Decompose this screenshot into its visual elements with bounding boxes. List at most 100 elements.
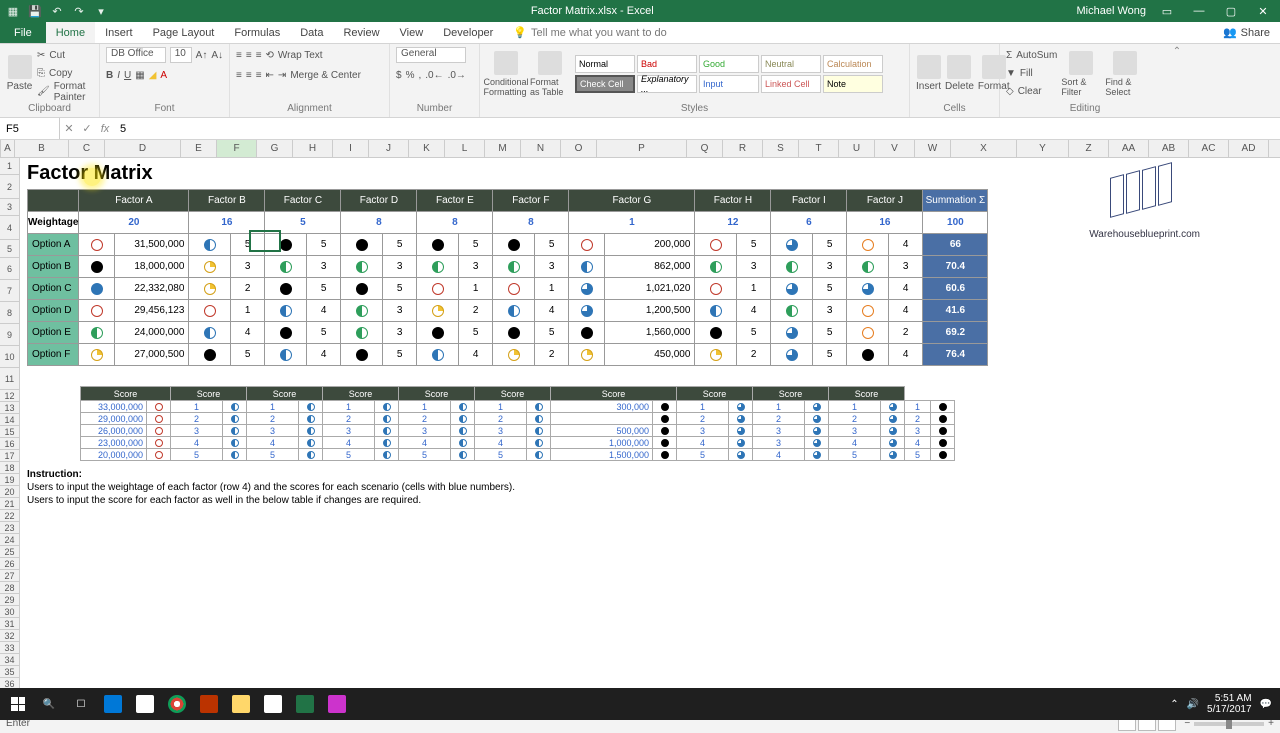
column-header-T[interactable]: T: [799, 140, 839, 157]
delete-cells-button[interactable]: Delete: [945, 55, 974, 92]
align-top-icon[interactable]: ≡: [236, 50, 242, 61]
tell-me[interactable]: 💡Tell me what you want to do: [513, 22, 666, 43]
align-right-icon[interactable]: ≡: [256, 70, 262, 81]
row-header-18[interactable]: 18: [0, 462, 19, 474]
column-header-H[interactable]: H: [293, 140, 333, 157]
row-header-32[interactable]: 32: [0, 630, 19, 642]
percent-icon[interactable]: %: [406, 70, 415, 81]
column-header-D[interactable]: D: [105, 140, 181, 157]
row-header-17[interactable]: 17: [0, 450, 19, 462]
row-header-35[interactable]: 35: [0, 666, 19, 678]
column-header-AE[interactable]: AE: [1269, 140, 1280, 157]
name-box[interactable]: F5: [0, 118, 60, 139]
zoom-slider[interactable]: [1194, 722, 1264, 726]
row-header-15[interactable]: 15: [0, 426, 19, 438]
style-good[interactable]: Good: [699, 55, 759, 73]
row-header-19[interactable]: 19: [0, 474, 19, 486]
italic-button[interactable]: I: [117, 70, 120, 81]
redo-icon[interactable]: ↷: [72, 4, 86, 18]
conditional-formatting-button[interactable]: Conditional Formatting: [486, 51, 526, 97]
row-header-10[interactable]: 10: [0, 346, 19, 368]
format-as-table-button[interactable]: Format as Table: [530, 51, 570, 97]
style-normal[interactable]: Normal: [575, 55, 635, 73]
share-button[interactable]: 👥Share: [1213, 22, 1280, 43]
style-calculation[interactable]: Calculation: [823, 55, 883, 73]
notifications-icon[interactable]: 💬: [1260, 699, 1272, 710]
collapse-ribbon-icon[interactable]: ⌃: [1173, 46, 1181, 57]
chrome-icon[interactable]: [162, 690, 192, 718]
enter-formula-icon[interactable]: ✓: [78, 122, 96, 135]
row-header-26[interactable]: 26: [0, 558, 19, 570]
tab-insert[interactable]: Insert: [95, 22, 143, 43]
minimize-icon[interactable]: —: [1188, 3, 1210, 19]
column-header-E[interactable]: E: [181, 140, 217, 157]
number-format-dropdown[interactable]: General: [396, 47, 466, 63]
row-header-27[interactable]: 27: [0, 570, 19, 582]
fill-button[interactable]: ▼ Fill: [1006, 65, 1057, 83]
mail-icon[interactable]: [258, 690, 288, 718]
clock[interactable]: 5:51 AM 5/17/2017: [1207, 693, 1252, 715]
score-table[interactable]: ScoreScoreScoreScoreScoreScoreScoreScore…: [80, 386, 955, 461]
row-header-23[interactable]: 23: [0, 522, 19, 534]
explorer-icon[interactable]: [226, 690, 256, 718]
row-header-25[interactable]: 25: [0, 546, 19, 558]
tab-data[interactable]: Data: [290, 22, 333, 43]
increase-font-icon[interactable]: A↑: [196, 50, 208, 61]
row-header-28[interactable]: 28: [0, 582, 19, 594]
fx-icon[interactable]: fx: [96, 123, 114, 135]
column-header-C[interactable]: C: [69, 140, 105, 157]
row-header-6[interactable]: 6: [0, 258, 19, 280]
row-header-31[interactable]: 31: [0, 618, 19, 630]
style-explanatory[interactable]: Explanatory ...: [637, 75, 697, 93]
format-painter-button[interactable]: 🖌 Format Painter: [37, 83, 93, 101]
align-mid-icon[interactable]: ≡: [246, 50, 252, 61]
qat-more-icon[interactable]: ▾: [94, 4, 108, 18]
column-header-J[interactable]: J: [369, 140, 409, 157]
comma-icon[interactable]: ,: [418, 70, 421, 81]
column-header-P[interactable]: P: [597, 140, 687, 157]
row-header-24[interactable]: 24: [0, 534, 19, 546]
tab-home[interactable]: Home: [46, 22, 95, 43]
font-name-dropdown[interactable]: DB Office: [106, 47, 166, 63]
font-size-dropdown[interactable]: 10: [170, 47, 192, 63]
column-header-R[interactable]: R: [723, 140, 763, 157]
save-icon[interactable]: 💾: [28, 4, 42, 18]
align-center-icon[interactable]: ≡: [246, 70, 252, 81]
factor-matrix-table[interactable]: Factor AFactor BFactor CFactor DFactor E…: [27, 189, 988, 366]
store-icon[interactable]: [130, 690, 160, 718]
column-header-U[interactable]: U: [839, 140, 875, 157]
fill-color-button[interactable]: ◢: [149, 70, 157, 81]
orientation-icon[interactable]: ⟲: [266, 50, 274, 61]
row-header-30[interactable]: 30: [0, 606, 19, 618]
style-check-cell[interactable]: Check Cell: [575, 75, 635, 93]
row-header-14[interactable]: 14: [0, 414, 19, 426]
column-header-A[interactable]: A: [1, 140, 15, 157]
user-name[interactable]: Michael Wong: [1076, 5, 1146, 17]
row-header-5[interactable]: 5: [0, 240, 19, 258]
excel-taskbar-icon[interactable]: [290, 690, 320, 718]
row-header-11[interactable]: 11: [0, 368, 19, 390]
column-header-B[interactable]: B: [15, 140, 69, 157]
row-header-7[interactable]: 7: [0, 280, 19, 302]
insert-cells-button[interactable]: Insert: [916, 55, 941, 92]
border-button[interactable]: ▦: [135, 70, 144, 81]
worksheet[interactable]: Factor Matrix Factor AFactor BFactor CFa…: [20, 158, 1280, 693]
column-header-G[interactable]: G: [257, 140, 293, 157]
column-header-L[interactable]: L: [445, 140, 485, 157]
row-header-1[interactable]: 1: [0, 158, 19, 175]
undo-icon[interactable]: ↶: [50, 4, 64, 18]
style-neutral[interactable]: Neutral: [761, 55, 821, 73]
column-header-AB[interactable]: AB: [1149, 140, 1189, 157]
column-header-I[interactable]: I: [333, 140, 369, 157]
find-select-button[interactable]: Find & Select: [1105, 51, 1145, 97]
row-header-20[interactable]: 20: [0, 486, 19, 498]
column-header-X[interactable]: X: [951, 140, 1017, 157]
row-header-8[interactable]: 8: [0, 302, 19, 324]
row-header-3[interactable]: 3: [0, 199, 19, 216]
dec-inc-icon[interactable]: .0←: [425, 70, 443, 81]
indent-dec-icon[interactable]: ⇤: [266, 70, 274, 81]
row-header-22[interactable]: 22: [0, 510, 19, 522]
edge-icon[interactable]: [98, 690, 128, 718]
column-header-AC[interactable]: AC: [1189, 140, 1229, 157]
row-header-12[interactable]: 12: [0, 390, 19, 402]
